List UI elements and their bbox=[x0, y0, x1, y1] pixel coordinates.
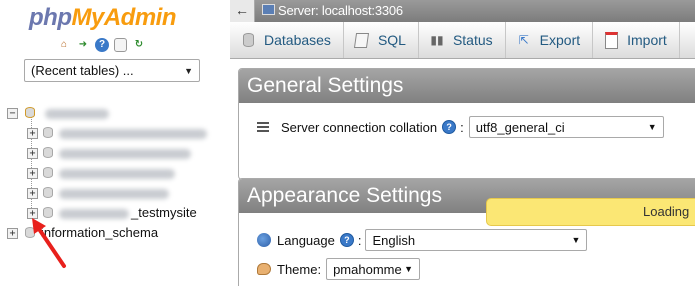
export-icon: ⇱ bbox=[518, 33, 529, 47]
redacted-db-name bbox=[59, 129, 207, 139]
loading-notification: Loading bbox=[486, 198, 695, 226]
database-icon bbox=[43, 187, 53, 198]
general-settings-title: General Settings bbox=[239, 69, 695, 103]
help-icon[interactable]: ? bbox=[95, 38, 109, 52]
expand-icon[interactable]: + bbox=[27, 148, 38, 159]
expand-icon[interactable]: + bbox=[7, 228, 18, 239]
sql-icon bbox=[354, 32, 370, 48]
chevron-down-icon: ▼ bbox=[404, 264, 414, 274]
status-icon: ▮▮ bbox=[430, 33, 444, 47]
expand-icon[interactable]: + bbox=[27, 188, 38, 199]
theme-select[interactable]: pmahomme ▼ bbox=[326, 258, 421, 280]
top-menu-tabs: Databases SQL ▮▮ Status ⇱ Export Import bbox=[230, 22, 695, 59]
expand-icon[interactable]: + bbox=[27, 168, 38, 179]
phpmyadmin-logo[interactable]: phpMyAdmin bbox=[29, 4, 176, 32]
database-icon bbox=[240, 32, 256, 48]
expand-icon[interactable]: + bbox=[27, 128, 38, 139]
chevron-down-icon: ▼ bbox=[647, 122, 657, 132]
palette-icon bbox=[257, 263, 271, 275]
collation-select[interactable]: utf8_general_ci ▼ bbox=[468, 116, 664, 138]
tree-item-root-db[interactable]: − bbox=[5, 104, 230, 124]
logout-icon[interactable]: ➜ bbox=[76, 38, 90, 52]
database-icon bbox=[43, 207, 53, 218]
collation-icon bbox=[257, 122, 269, 132]
home-icon[interactable]: ⌂ bbox=[57, 38, 71, 52]
server-breadcrumb[interactable]: Server: localhost:3306 bbox=[278, 3, 403, 18]
import-icon bbox=[603, 31, 619, 49]
database-icon bbox=[43, 147, 53, 158]
reload-icon[interactable]: ↻ bbox=[132, 38, 146, 52]
red-annotation-arrow bbox=[32, 218, 66, 268]
main-content: ← Server: localhost:3306 Databases SQL ▮… bbox=[230, 0, 695, 286]
tab-databases[interactable]: Databases bbox=[230, 22, 344, 58]
language-select[interactable]: English ▼ bbox=[365, 229, 588, 251]
language-row: Language ? : English ▼ bbox=[257, 229, 588, 251]
navigation-panel: phpMyAdmin ⌂ ➜ ? ↻ (Recent tables) ... ▼… bbox=[0, 0, 230, 286]
chevron-down-icon: ▼ bbox=[184, 65, 193, 76]
appearance-settings-panel: Appearance Settings Language ? : English… bbox=[238, 178, 695, 286]
recent-tables-select[interactable]: (Recent tables) ... ▼ bbox=[24, 59, 200, 82]
redacted-db-name bbox=[59, 189, 169, 199]
redacted-db-name bbox=[59, 149, 191, 159]
copy-icon[interactable] bbox=[114, 38, 127, 52]
tab-import[interactable]: Import bbox=[593, 22, 680, 58]
theme-row: Theme: pmahomme ▼ bbox=[257, 258, 421, 280]
collation-row: Server connection collation ? : utf8_gen… bbox=[257, 116, 664, 138]
database-icon bbox=[43, 167, 53, 178]
theme-label: Theme: bbox=[277, 261, 322, 277]
tree-item-table[interactable]: + bbox=[5, 164, 230, 184]
language-label: Language bbox=[277, 232, 335, 248]
redacted-db-name bbox=[45, 109, 109, 119]
database-icon bbox=[43, 127, 53, 138]
help-icon[interactable]: ? bbox=[339, 233, 354, 247]
collation-label: Server connection collation bbox=[281, 119, 438, 135]
database-icon bbox=[25, 107, 35, 118]
server-breadcrumb-bar: ← Server: localhost:3306 bbox=[230, 0, 695, 22]
tree-item-table[interactable]: + bbox=[5, 144, 230, 164]
tree-item-table[interactable]: + bbox=[5, 184, 230, 204]
server-icon bbox=[262, 4, 275, 15]
general-settings-panel: General Settings Server connection colla… bbox=[238, 68, 695, 180]
tab-export[interactable]: ⇱ Export bbox=[506, 22, 594, 58]
tab-status[interactable]: ▮▮ Status bbox=[419, 22, 506, 58]
tab-sql[interactable]: SQL bbox=[344, 22, 419, 58]
chevron-down-icon: ▼ bbox=[571, 235, 581, 245]
db-name-suffix: _testmysite bbox=[131, 205, 197, 220]
collapse-icon[interactable]: − bbox=[7, 108, 18, 119]
back-arrow-icon[interactable]: ← bbox=[230, 0, 255, 22]
redacted-db-name bbox=[59, 169, 175, 179]
nav-icon-bar: ⌂ ➜ ? ↻ bbox=[57, 38, 146, 52]
language-icon bbox=[257, 233, 271, 247]
tree-item-table[interactable]: + bbox=[5, 124, 230, 144]
help-icon[interactable]: ? bbox=[442, 120, 457, 134]
